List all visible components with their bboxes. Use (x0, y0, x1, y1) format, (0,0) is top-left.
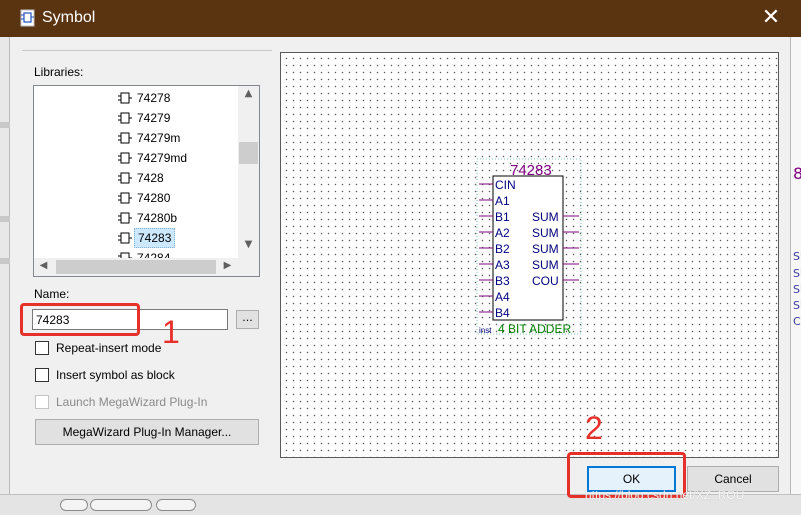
instance-label: inst (479, 326, 492, 335)
component-symbol-icon (118, 212, 132, 224)
libraries-list: 74278 74279 74279m 74279md 7428 74280 74… (34, 86, 238, 258)
pin-label: SUM (532, 242, 559, 256)
scroll-right-icon[interactable]: ▶ (218, 260, 237, 271)
pin-label: SUM (532, 210, 559, 224)
scroll-down-icon[interactable]: ▼ (239, 239, 258, 250)
pin-label: B4 (495, 306, 510, 320)
symbol-name: 74283 (510, 162, 552, 179)
pin-label: B1 (495, 210, 510, 224)
library-item[interactable]: 74280b (118, 208, 228, 228)
close-button[interactable]: ✕ (756, 4, 786, 34)
launch-megawizard-label: Launch MegaWizard Plug-In (56, 395, 208, 409)
pin-label: A2 (495, 226, 510, 240)
pin-label: A4 (495, 290, 510, 304)
background-text: 83 (793, 164, 801, 183)
output-pin-labels: SUM SUM SUM SUM COU (532, 210, 559, 288)
background-text: SU (793, 283, 801, 296)
component-symbol-icon (118, 92, 132, 104)
repeat-insert-label: Repeat-insert mode (56, 341, 162, 355)
output-pin-lines (563, 215, 579, 281)
component-symbol-icon (118, 132, 132, 144)
component-symbol-icon (118, 172, 132, 184)
input-pin-lines (479, 183, 493, 313)
library-item[interactable]: 74284 (118, 248, 228, 258)
library-item-label: 74279md (137, 151, 188, 165)
watermark-text: https://blog.csdn.net/XZ_ROU (585, 488, 745, 502)
library-item[interactable]: 74279 (118, 108, 228, 128)
background-text: Cc (793, 315, 801, 328)
library-item[interactable]: 74280 (118, 188, 228, 208)
background-window-left (0, 36, 10, 515)
symbol-app-icon (20, 9, 35, 27)
name-label: Name: (34, 287, 70, 301)
background-text: SU (793, 267, 801, 280)
background-text: SU (793, 299, 801, 312)
background-window-right: 83 SU SU SU SU Cc (790, 36, 801, 515)
libraries-tree[interactable]: 74278 74279 74279m 74279md 7428 74280 74… (33, 85, 260, 277)
background-text: SU (793, 250, 801, 263)
scroll-left-icon[interactable]: ◀ (34, 260, 53, 271)
component-symbol-icon (118, 192, 132, 204)
annotation-box-name (20, 303, 140, 336)
library-item-label: 74280b (137, 211, 178, 225)
library-item-label: 7428 (137, 171, 164, 185)
component-symbol-icon (118, 232, 132, 244)
component-symbol-icon (118, 112, 132, 124)
pin-label: A1 (495, 194, 510, 208)
pin-label: B2 (495, 242, 510, 256)
megawizard-manager-button[interactable]: MegaWizard Plug-In Manager... (35, 419, 259, 445)
symbol-description: 4 BIT ADDER (498, 322, 571, 336)
pin-label: A3 (495, 258, 510, 272)
library-item-label: 74279m (137, 131, 181, 145)
pin-label: COU (532, 274, 559, 288)
pin-label: B3 (495, 274, 510, 288)
library-item-label: 74284 (137, 251, 171, 258)
browse-button[interactable]: ... (236, 310, 259, 329)
library-item-label: 74280 (137, 191, 171, 205)
scrollbar-thumb[interactable] (239, 142, 258, 164)
libraries-horizontal-scrollbar[interactable]: ◀ ▶ (34, 258, 238, 276)
library-item[interactable]: 7428 (118, 168, 228, 188)
insert-as-block-checkbox[interactable] (35, 368, 49, 382)
pin-label: SUM (532, 258, 559, 272)
repeat-insert-checkbox[interactable] (35, 341, 49, 355)
title-bar (0, 0, 801, 37)
library-item-label: 74283 (134, 228, 176, 248)
library-item[interactable]: 74279m (118, 128, 228, 148)
window-title: Symbol (42, 9, 96, 26)
library-item-label: 74279 (137, 111, 171, 125)
pin-label: CIN (495, 178, 516, 192)
launch-megawizard-checkbox (35, 395, 49, 409)
library-item-label: 74278 (137, 91, 171, 105)
scrollbar-thumb[interactable] (56, 260, 216, 274)
libraries-label: Libraries: (34, 65, 84, 79)
pin-label: SUM (532, 226, 559, 240)
scroll-up-icon[interactable]: ▲ (239, 88, 258, 99)
component-symbol-icon (118, 152, 132, 164)
library-item[interactable]: 74278 (118, 88, 228, 108)
annotation-number-1: 1 (162, 314, 180, 350)
divider (22, 50, 272, 51)
library-item[interactable]: 74279md (118, 148, 228, 168)
libraries-vertical-scrollbar[interactable]: ▲ ▼ (238, 86, 259, 258)
annotation-number-2: 2 (585, 410, 603, 446)
scrollbar-corner (238, 258, 259, 276)
symbol-74283-drawing: 74283 CIN A1 B1 A2 B2 A3 B3 A4 B4 SUM SU… (476, 158, 582, 336)
library-item-selected[interactable]: 74283 (118, 228, 228, 248)
insert-as-block-label: Insert symbol as block (56, 368, 175, 382)
